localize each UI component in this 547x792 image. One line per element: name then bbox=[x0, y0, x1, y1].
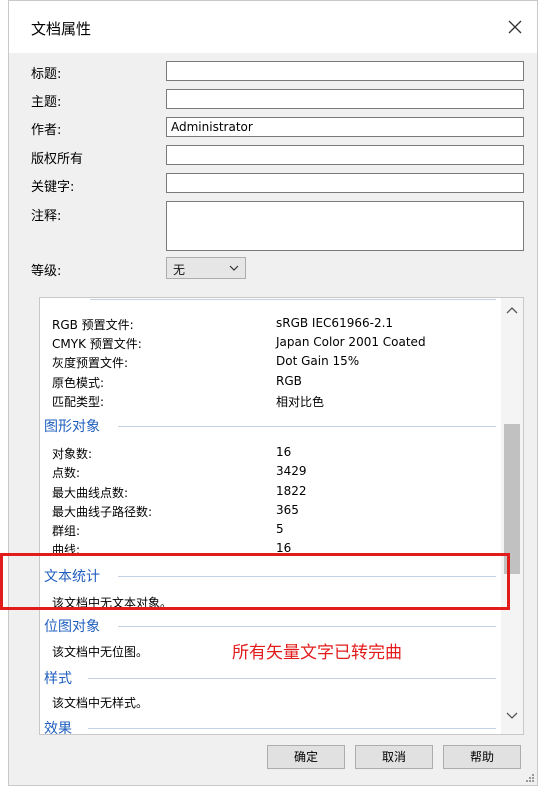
bitmap-stats-note: 该文档中无位图。 bbox=[52, 645, 149, 659]
stat-row-label: 最大曲线子路径数: bbox=[52, 505, 153, 519]
stat-row-label: 曲线: bbox=[52, 543, 81, 554]
rating-select[interactable]: 无 bbox=[166, 257, 246, 279]
document-properties-dialog: 文档属性 标题: 主题: 作者: 版权所有 关键字: 注释: 等级: 无 RGB… bbox=[8, 0, 538, 786]
section-header-bitmaps: 位图对象 bbox=[44, 619, 100, 635]
close-button[interactable] bbox=[499, 11, 531, 43]
section-divider bbox=[88, 728, 496, 729]
scrollbar-thumb[interactable] bbox=[504, 424, 520, 574]
section-divider bbox=[118, 576, 496, 577]
stat-row-value: 5 bbox=[276, 522, 284, 536]
comment-textarea[interactable] bbox=[166, 201, 524, 251]
copyright-input[interactable] bbox=[166, 145, 524, 165]
stat-row-value: 365 bbox=[276, 503, 299, 517]
section-header-styles: 样式 bbox=[44, 671, 72, 687]
rating-label: 等级: bbox=[31, 264, 62, 279]
annotation-text: 所有矢量文字已转完曲 bbox=[232, 643, 402, 663]
stat-row-label: 群组: bbox=[52, 524, 81, 538]
author-input[interactable] bbox=[166, 117, 524, 137]
section-header-graphics: 图形对象 bbox=[44, 419, 100, 435]
stat-row-value: sRGB IEC61966-2.1 bbox=[276, 316, 394, 330]
keywords-label: 关键字: bbox=[31, 180, 75, 195]
stat-row-value: 16 bbox=[276, 541, 292, 554]
stat-row-label: 点数: bbox=[52, 466, 81, 480]
section-divider bbox=[118, 626, 496, 627]
stat-row-label: RGB 预置文件: bbox=[52, 318, 134, 332]
stat-row-value: RGB bbox=[276, 374, 302, 388]
chevron-up-icon[interactable] bbox=[506, 306, 518, 314]
style-stats-note: 该文档中无样式。 bbox=[52, 696, 149, 710]
keywords-input[interactable] bbox=[166, 173, 524, 193]
vertical-scrollbar[interactable] bbox=[501, 298, 523, 734]
title-label: 标题: bbox=[31, 67, 62, 82]
cancel-button[interactable]: 取消 bbox=[355, 745, 433, 769]
stat-row-value: 相对比色 bbox=[276, 395, 325, 409]
title-bar: 文档属性 bbox=[9, 1, 537, 53]
section-header-text: 文本统计 bbox=[44, 569, 100, 585]
dialog-title: 文档属性 bbox=[31, 20, 92, 38]
section-divider bbox=[88, 678, 496, 679]
stat-row-value: 16 bbox=[276, 445, 292, 459]
stat-row-label: 最大曲线点数: bbox=[52, 486, 129, 500]
ok-button[interactable]: 确定 bbox=[267, 745, 345, 769]
stat-row-label: 灰度预置文件: bbox=[52, 356, 129, 370]
copyright-label: 版权所有 bbox=[31, 152, 84, 167]
subject-input[interactable] bbox=[166, 89, 524, 109]
close-icon bbox=[508, 20, 522, 34]
chevron-down-icon bbox=[229, 265, 239, 271]
stat-row-value: 1822 bbox=[276, 484, 307, 498]
section-header-effects: 效果 bbox=[44, 721, 72, 735]
subject-label: 主题: bbox=[31, 95, 62, 110]
chevron-down-icon[interactable] bbox=[506, 712, 518, 720]
stat-row-value: Dot Gain 15% bbox=[276, 354, 360, 368]
text-stats-note: 该文档中无文本对象。 bbox=[52, 596, 173, 610]
stat-row-label: 原色模式: bbox=[52, 376, 105, 390]
stat-row-label: 匹配类型: bbox=[52, 395, 105, 409]
resize-grip-icon[interactable] bbox=[525, 773, 535, 783]
stat-row-label: 对象数: bbox=[52, 447, 93, 461]
comment-label: 注释: bbox=[31, 209, 62, 224]
author-label: 作者: bbox=[31, 123, 62, 138]
title-input[interactable] bbox=[166, 61, 524, 81]
stat-row-value: 3429 bbox=[276, 464, 307, 478]
help-button[interactable]: 帮助 bbox=[443, 745, 521, 769]
stat-row-value: Japan Color 2001 Coated bbox=[276, 335, 426, 349]
section-divider bbox=[118, 426, 496, 427]
statistics-panel[interactable]: RGB 预置文件: sRGB IEC61966-2.1 CMYK 预置文件: J… bbox=[39, 297, 524, 735]
rating-select-value: 无 bbox=[173, 263, 186, 277]
stat-row-label: CMYK 预置文件: bbox=[52, 337, 142, 351]
section-divider bbox=[90, 299, 496, 300]
